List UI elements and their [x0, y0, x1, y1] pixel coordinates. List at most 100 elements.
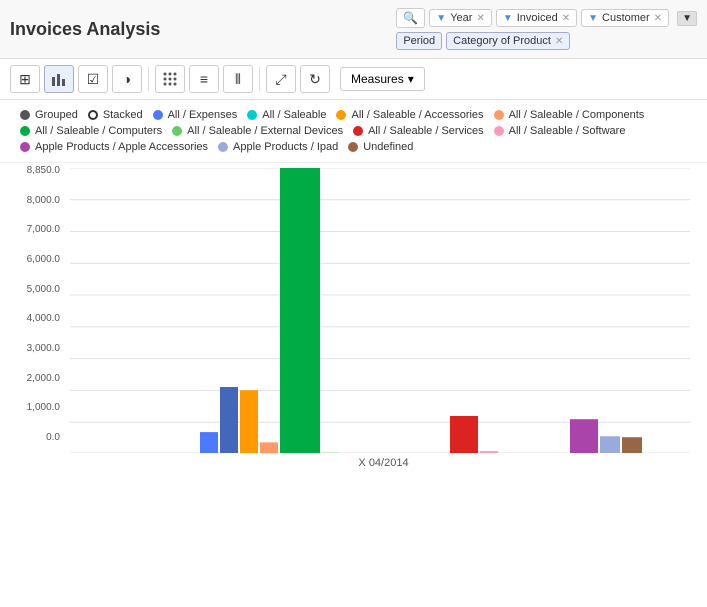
- filter-icon-2: ▼: [503, 13, 513, 24]
- legend-software-label: All / Saleable / Software: [509, 125, 626, 137]
- page-title: Invoices Analysis: [10, 19, 160, 40]
- bar-undefined[interactable]: [622, 437, 642, 453]
- filter-icon-3: ▼: [588, 13, 598, 24]
- column-view-button[interactable]: ⦀: [223, 65, 253, 93]
- group-period[interactable]: Period: [396, 32, 442, 50]
- filters-area: 🔍 ▼ Year ✕ ▼ Invoiced ✕ ▼ Customer ✕ ▼ P…: [396, 8, 697, 50]
- dots-icon: [162, 71, 178, 87]
- bar-accessories[interactable]: [240, 390, 258, 453]
- y-label-0: 0.0: [46, 432, 60, 443]
- legend-stacked: Stacked: [88, 108, 143, 122]
- measures-label: Measures: [351, 72, 404, 86]
- legend-apple-acc-label: Apple Products / Apple Accessories: [35, 141, 208, 153]
- dots-view-button[interactable]: [155, 65, 185, 93]
- legend-undefined-dot: [348, 142, 358, 152]
- legend-grouped-label: Grouped: [35, 109, 78, 121]
- check-view-button[interactable]: ☑: [78, 65, 108, 93]
- y-axis: 8,850.0 8,000.0 7,000.0 6,000.0 5,000.0 …: [0, 163, 65, 443]
- filter-invoiced-label: Invoiced: [517, 12, 558, 24]
- legend-saleable: All / Saleable: [247, 108, 326, 122]
- filters-dropdown[interactable]: ▼: [677, 11, 697, 26]
- close-customer-icon[interactable]: ✕: [654, 13, 662, 24]
- legend-computers-dot: [20, 126, 30, 136]
- separator-2: [259, 67, 260, 91]
- bar-saleable[interactable]: [220, 387, 238, 453]
- legend-software: All / Saleable / Software: [494, 124, 626, 138]
- legend-ipad-dot: [218, 142, 228, 152]
- toolbar: ⊞ ☑ ◑ ≡ ⦀ ⤢ ↻ Measures ▾: [0, 59, 707, 100]
- filter-year[interactable]: ▼ Year ✕: [429, 9, 492, 27]
- group-category-label: Category of Product: [453, 35, 551, 47]
- list-view-button[interactable]: ≡: [189, 65, 219, 93]
- chart-svg: [70, 168, 690, 453]
- close-year-icon[interactable]: ✕: [476, 13, 484, 24]
- bar-apple-acc[interactable]: [570, 419, 598, 453]
- search-box[interactable]: 🔍: [396, 8, 425, 28]
- legend-ipad-label: Apple Products / Ipad: [233, 141, 338, 153]
- y-label-1000: 1,000.0: [27, 402, 60, 413]
- legend-expenses-label: All / Expenses: [168, 109, 238, 121]
- legend-grouped-dot: [20, 110, 30, 120]
- filter-icon: ▼: [436, 13, 446, 24]
- bar-computers[interactable]: [280, 168, 320, 453]
- legend-saleable-dot: [247, 110, 257, 120]
- legend-expenses-dot: [153, 110, 163, 120]
- y-label-3000: 3,000.0: [27, 343, 60, 354]
- legend-computers-label: All / Saleable / Computers: [35, 125, 162, 137]
- legend-stacked-dot: [88, 110, 98, 120]
- filter-row-2: Period Category of Product ✕: [396, 32, 697, 50]
- expand-button[interactable]: ⤢: [266, 65, 296, 93]
- bar-services[interactable]: [450, 416, 478, 453]
- y-label-6000: 6,000.0: [27, 254, 60, 265]
- y-label-8850: 8,850.0: [27, 165, 60, 176]
- group-period-label: Period: [403, 35, 435, 47]
- filter-year-label: Year: [450, 12, 472, 24]
- filter-invoiced[interactable]: ▼ Invoiced ✕: [496, 9, 577, 27]
- legend-saleable-label: All / Saleable: [262, 109, 326, 121]
- legend-undefined-label: Undefined: [363, 141, 413, 153]
- legend-expenses: All / Expenses: [153, 108, 238, 122]
- grid-view-button[interactable]: ⊞: [10, 65, 40, 93]
- filter-customer[interactable]: ▼ Customer ✕: [581, 9, 669, 27]
- contrast-view-button[interactable]: ◑: [112, 65, 142, 93]
- legend-software-dot: [494, 126, 504, 136]
- bar-ipad[interactable]: [600, 436, 620, 453]
- legend-computers: All / Saleable / Computers: [20, 124, 162, 138]
- legend-stacked-label: Stacked: [103, 109, 143, 121]
- legend-apple-acc: Apple Products / Apple Accessories: [20, 140, 208, 154]
- legend-services-dot: [353, 126, 363, 136]
- y-label-5000: 5,000.0: [27, 284, 60, 295]
- y-label-2000: 2,000.0: [27, 373, 60, 384]
- bar-chart-button[interactable]: [44, 65, 74, 93]
- legend-components-dot: [494, 110, 504, 120]
- legend-apple-acc-dot: [20, 142, 30, 152]
- refresh-button[interactable]: ↻: [300, 65, 330, 93]
- bar-expenses[interactable]: [200, 432, 218, 453]
- legend-components-label: All / Saleable / Components: [509, 109, 645, 121]
- measures-button[interactable]: Measures ▾: [340, 67, 425, 91]
- legend-services: All / Saleable / Services: [353, 124, 484, 138]
- measures-dropdown-icon: ▾: [408, 72, 414, 86]
- legend-external-dot: [172, 126, 182, 136]
- bar-software[interactable]: [480, 451, 498, 453]
- legend-external-label: All / Saleable / External Devices: [187, 125, 343, 137]
- close-invoiced-icon[interactable]: ✕: [562, 13, 570, 24]
- bar-components[interactable]: [260, 442, 278, 453]
- legend-grouped: Grouped: [20, 108, 78, 122]
- legend-area: Grouped Stacked All / Expenses All / Sal…: [0, 100, 707, 163]
- legend-accessories-label: All / Saleable / Accessories: [351, 109, 483, 121]
- group-category[interactable]: Category of Product ✕: [446, 32, 570, 50]
- legend-services-label: All / Saleable / Services: [368, 125, 484, 137]
- bar-chart-icon: [51, 71, 67, 87]
- filter-customer-label: Customer: [602, 12, 650, 24]
- legend-ipad: Apple Products / Ipad: [218, 140, 338, 154]
- separator-1: [148, 67, 149, 91]
- legend-accessories: All / Saleable / Accessories: [336, 108, 483, 122]
- close-category-icon[interactable]: ✕: [555, 36, 563, 47]
- top-bar: Invoices Analysis 🔍 ▼ Year ✕ ▼ Invoiced …: [0, 0, 707, 59]
- y-label-8000: 8,000.0: [27, 195, 60, 206]
- legend-accessories-dot: [336, 110, 346, 120]
- legend-undefined: Undefined: [348, 140, 413, 154]
- y-label-4000: 4,000.0: [27, 313, 60, 324]
- y-label-7000: 7,000.0: [27, 224, 60, 235]
